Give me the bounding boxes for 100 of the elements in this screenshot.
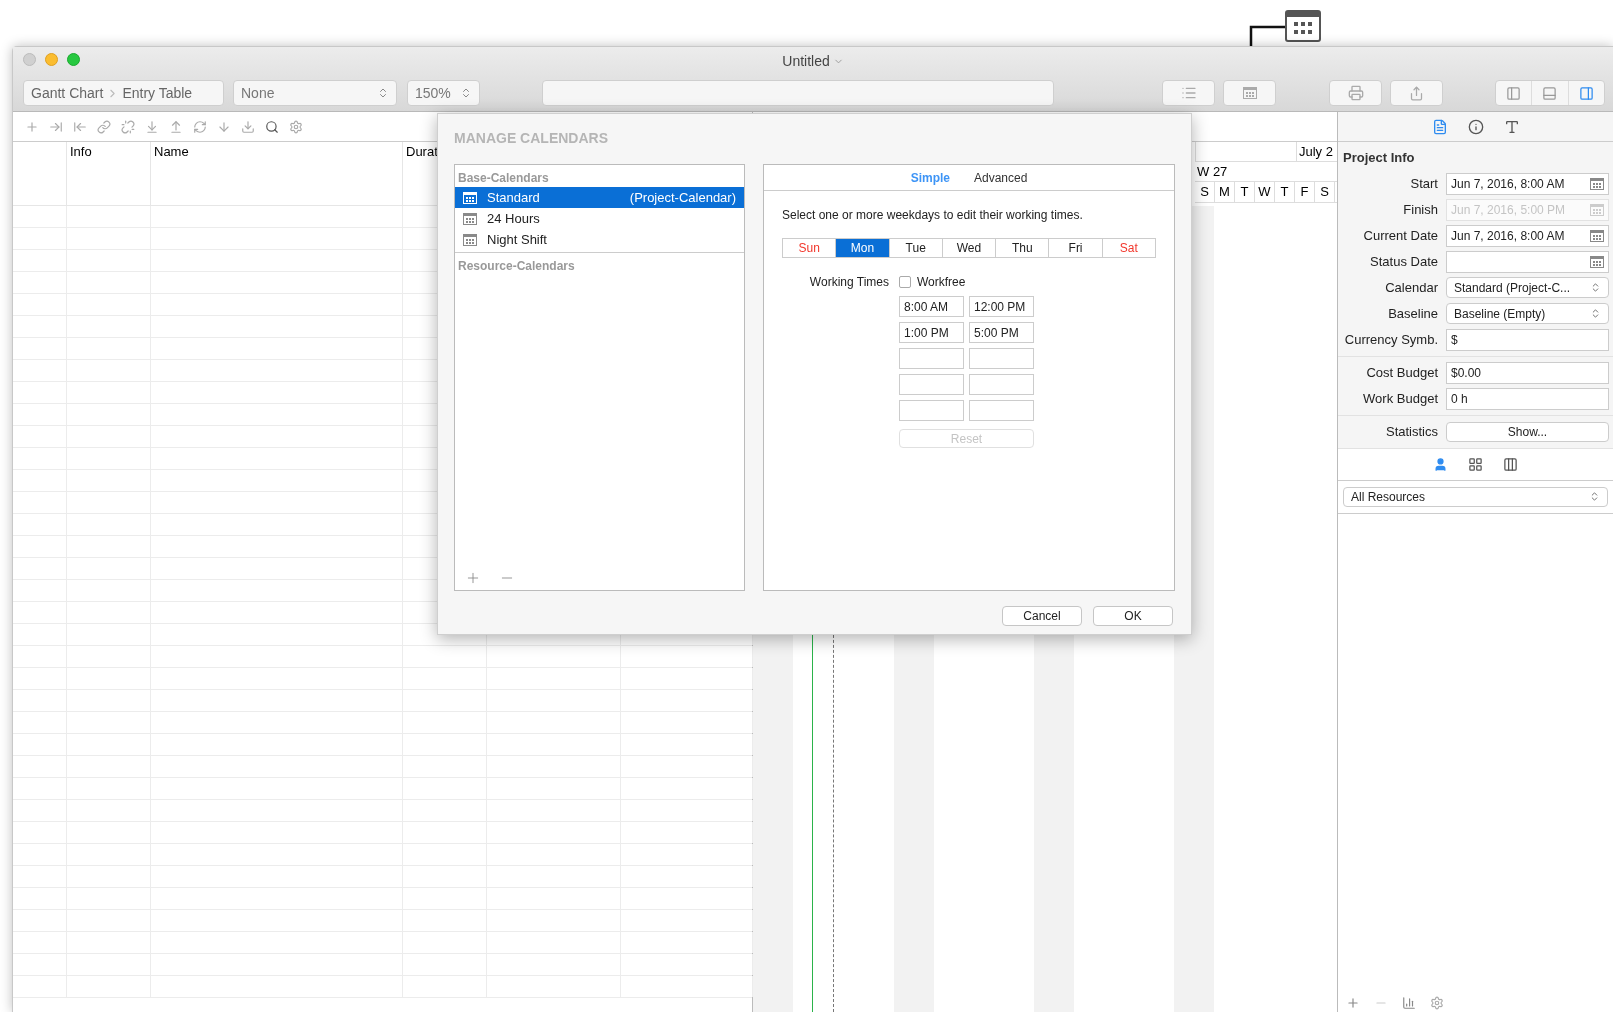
time-field[interactable]: 8:00 AM xyxy=(899,296,964,317)
resource-filter-select[interactable]: All Resources xyxy=(1343,486,1608,507)
list-view-button[interactable] xyxy=(1162,80,1215,106)
gantt-day: W xyxy=(1255,182,1275,202)
zoom-select[interactable]: 150% xyxy=(407,80,480,106)
left-panel-icon xyxy=(1506,85,1522,101)
gantt-day: T xyxy=(1235,182,1255,202)
plus-icon[interactable] xyxy=(25,119,39,134)
updown-icon xyxy=(1589,491,1600,502)
share-icon xyxy=(1409,85,1424,101)
time-field[interactable]: 5:00 PM xyxy=(969,322,1034,343)
field-label: Currency Symb. xyxy=(1343,330,1439,349)
time-field[interactable] xyxy=(899,400,964,421)
view-segmented-control[interactable] xyxy=(1495,80,1605,106)
text-field[interactable]: 0 h xyxy=(1446,387,1609,410)
gantt-day: M xyxy=(1215,182,1235,202)
field-label: Work Budget xyxy=(1362,389,1439,408)
window-title: Untitled xyxy=(782,51,830,71)
updown-icon xyxy=(1590,282,1601,293)
arrow-down-icon[interactable] xyxy=(145,119,159,134)
field-label: Start xyxy=(1409,174,1439,193)
date-field[interactable]: Jun 7, 2016, 8:00 AM xyxy=(1446,224,1609,247)
arrow-up-icon[interactable] xyxy=(169,119,183,134)
calendar-icon xyxy=(463,191,477,204)
calendar-icon xyxy=(1242,87,1257,99)
columns-icon xyxy=(1503,456,1518,472)
gantt-month: July 2 xyxy=(1296,142,1333,161)
time-field[interactable] xyxy=(969,400,1034,421)
time-field[interactable] xyxy=(969,348,1034,369)
plus-icon[interactable] xyxy=(465,570,481,586)
select-field[interactable]: Standard (Project-C... xyxy=(1446,277,1609,298)
link-icon[interactable] xyxy=(97,119,111,134)
updown-icon xyxy=(460,87,472,99)
breadcrumb-item[interactable]: Entry Table xyxy=(122,82,193,104)
breadcrumb[interactable]: Gantt Chart Entry Table xyxy=(23,80,224,106)
search-field[interactable] xyxy=(542,80,1054,106)
grid-icon xyxy=(1468,456,1483,472)
column-header[interactable]: Info xyxy=(70,144,92,159)
time-field[interactable]: 1:00 PM xyxy=(899,322,964,343)
workfree-checkbox[interactable] xyxy=(899,276,911,288)
calendar-button[interactable] xyxy=(1223,80,1276,106)
settings-icon[interactable] xyxy=(289,119,303,134)
field-label: Baseline xyxy=(1387,304,1439,323)
section-heading: Base-Calendars xyxy=(457,170,550,187)
dialog-tab[interactable]: Advanced xyxy=(974,168,1028,187)
time-field[interactable] xyxy=(969,374,1034,395)
print-button[interactable] xyxy=(1329,80,1382,106)
field-label: Finish xyxy=(1402,200,1439,219)
tray-download-icon[interactable] xyxy=(241,119,255,134)
gantt-day: S xyxy=(1315,182,1335,202)
minimize-button[interactable] xyxy=(45,53,58,66)
print-icon xyxy=(1347,85,1364,101)
calendar-list-item[interactable]: Standard (Project-Calendar) xyxy=(455,187,744,208)
workfree-label: Workfree xyxy=(917,274,966,291)
show-button[interactable]: Show... xyxy=(1446,421,1609,442)
calendar-list-item[interactable]: Night Shift xyxy=(455,229,744,250)
bar-chart-icon[interactable] xyxy=(1402,996,1416,1010)
date-field[interactable]: Jun 7, 2016, 8:00 AM xyxy=(1446,172,1609,195)
field-label: Cost Budget xyxy=(1365,363,1439,382)
outdent-icon[interactable] xyxy=(73,119,87,134)
calendar-icon xyxy=(1590,177,1604,190)
unlink-icon[interactable] xyxy=(121,119,135,134)
calendar-icon xyxy=(1590,255,1604,268)
breadcrumb-item[interactable]: Gantt Chart xyxy=(31,82,104,104)
list-icon xyxy=(1180,85,1197,101)
indent-icon[interactable] xyxy=(49,119,63,134)
filter-select[interactable]: None xyxy=(233,80,397,106)
time-field[interactable] xyxy=(899,374,964,395)
time-field[interactable] xyxy=(899,348,964,369)
dialog-button[interactable]: Cancel xyxy=(1002,606,1082,626)
gantt-day: T xyxy=(1275,182,1295,202)
text-format-icon xyxy=(1503,118,1520,135)
gantt-day: S xyxy=(1195,182,1215,202)
calendar-icon xyxy=(463,233,477,246)
calendar-list-item[interactable]: 24 Hours xyxy=(455,208,744,229)
select-field[interactable]: Baseline (Empty) xyxy=(1446,303,1609,324)
column-header[interactable]: Durat xyxy=(406,144,438,159)
field-label: Status Date xyxy=(1369,252,1439,271)
weekday-button[interactable]: Mon xyxy=(836,239,890,257)
document-icon xyxy=(1431,118,1448,135)
instruction-text: Select one or more weekdays to edit their working times. xyxy=(782,207,1084,224)
text-field[interactable]: $ xyxy=(1446,328,1609,351)
text-field[interactable]: $0.00 xyxy=(1446,361,1609,384)
person-icon xyxy=(1433,456,1448,472)
share-button[interactable] xyxy=(1390,80,1443,106)
dialog-title: MANAGE CALENDARS xyxy=(454,129,609,148)
refresh-icon[interactable] xyxy=(193,119,207,134)
updown-icon xyxy=(1590,308,1601,319)
field-label: Statistics xyxy=(1385,422,1439,441)
maximize-button[interactable] xyxy=(67,53,80,66)
gantt-day: F xyxy=(1295,182,1315,202)
column-header[interactable]: Name xyxy=(154,144,189,159)
time-field[interactable]: 12:00 PM xyxy=(969,296,1034,317)
settings-icon[interactable] xyxy=(1430,996,1444,1010)
close-button[interactable] xyxy=(23,53,36,66)
dialog-button[interactable]: OK xyxy=(1093,606,1173,626)
plus-icon[interactable] xyxy=(1346,996,1360,1010)
info-icon xyxy=(1467,118,1484,135)
search-icon[interactable] xyxy=(265,119,279,134)
date-field[interactable] xyxy=(1446,250,1609,273)
